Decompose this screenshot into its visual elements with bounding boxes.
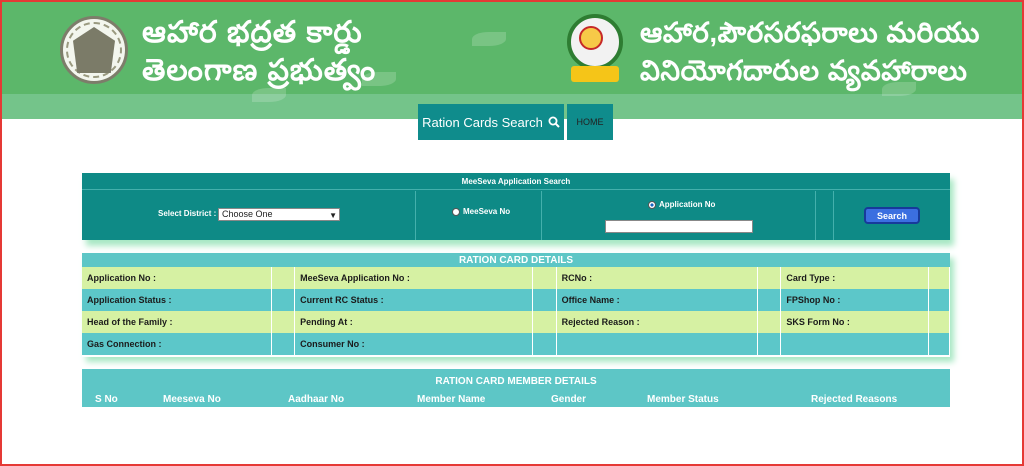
ration-card-details-table: RATION CARD DETAILS Application No : MeeS… bbox=[82, 253, 950, 357]
details-field-value bbox=[533, 289, 557, 311]
cell-divider bbox=[833, 191, 834, 240]
header-title-right-line2: వినియోగదారుల వ్యవహారాలు bbox=[640, 55, 968, 86]
details-field-label: Rejected Reason : bbox=[557, 311, 758, 333]
header-title-right: ఆహార,పౌరసరఫరాలు మరియు వినియోగదారుల వ్యవహ… bbox=[640, 14, 980, 90]
member-column-header: Member Status bbox=[647, 394, 719, 405]
details-field-label bbox=[557, 333, 758, 355]
member-details-table: RATION CARD MEMBER DETAILS S No Meeseva N… bbox=[82, 369, 950, 407]
details-field-value bbox=[758, 267, 782, 289]
cell-divider bbox=[815, 191, 816, 240]
application-no-label: Application No bbox=[659, 200, 716, 209]
details-row: Head of the Family : Pending At : Rejected… bbox=[82, 311, 950, 333]
details-row: Application No : MeeSeva Application No :… bbox=[82, 267, 950, 289]
logo-center bbox=[579, 26, 603, 50]
details-field-value bbox=[929, 311, 950, 333]
details-field-label: Consumer No : bbox=[295, 333, 534, 355]
header-title-left-line1: ఆహార భద్రత కార్డు bbox=[142, 16, 363, 49]
search-icon bbox=[548, 116, 560, 128]
details-field-label: Application No : bbox=[82, 267, 272, 289]
cell-divider bbox=[541, 191, 542, 240]
telangana-emblem-icon bbox=[60, 16, 128, 84]
district-select[interactable]: Choose One ▼ bbox=[218, 208, 340, 221]
details-field-label: MeeSeva Application No : bbox=[295, 267, 534, 289]
member-column-header: Member Name bbox=[417, 394, 486, 405]
ration-cards-search-tab[interactable]: Ration Cards Search bbox=[418, 104, 564, 140]
details-field-label: Current RC Status : bbox=[295, 289, 534, 311]
details-field-value bbox=[272, 267, 296, 289]
details-field-value bbox=[272, 311, 296, 333]
application-no-input[interactable] bbox=[605, 220, 753, 233]
meeseva-no-radio[interactable] bbox=[452, 207, 460, 216]
search-panel-title: MeeSeva Application Search bbox=[82, 173, 950, 190]
details-field-label: Pending At : bbox=[295, 311, 534, 333]
district-select-value: Choose One bbox=[222, 209, 273, 219]
details-row: Gas Connection : Consumer No : bbox=[82, 333, 950, 355]
details-field-label: Card Type : bbox=[781, 267, 929, 289]
details-field-value bbox=[533, 333, 557, 355]
search-button[interactable]: Search bbox=[864, 207, 920, 224]
members-title: RATION CARD MEMBER DETAILS bbox=[435, 375, 597, 387]
home-tab[interactable]: HOME bbox=[567, 104, 613, 140]
logo-ribbon bbox=[571, 66, 619, 82]
cell-divider bbox=[415, 191, 416, 240]
application-no-option[interactable]: Application No bbox=[648, 200, 715, 209]
details-field-value bbox=[758, 311, 782, 333]
member-column-header: Gender bbox=[551, 394, 587, 405]
details-field-label: RCNo : bbox=[557, 267, 758, 289]
details-row: Application Status : Current RC Status : O… bbox=[82, 289, 950, 311]
details-field-value bbox=[758, 333, 782, 355]
details-field-label: SKS Form No : bbox=[781, 311, 929, 333]
details-field-value bbox=[758, 289, 782, 311]
details-field-value bbox=[272, 333, 296, 355]
details-field-label bbox=[781, 333, 929, 355]
details-field-value bbox=[929, 333, 950, 355]
decor-leaf bbox=[472, 32, 506, 46]
ration-cards-search-label: Ration Cards Search bbox=[422, 114, 543, 130]
details-field-label: Gas Connection : bbox=[82, 333, 272, 355]
member-column-header: Aadhaar No bbox=[288, 394, 345, 405]
application-no-radio[interactable] bbox=[648, 200, 656, 209]
member-column-header: Rejected Reasons bbox=[811, 394, 898, 405]
header-title-right-line1: ఆహార,పౌరసరఫరాలు మరియు bbox=[640, 17, 980, 48]
header-title-left: ఆహార భద్రత కార్డు తెలంగాణ ప్రభుత్వం bbox=[142, 14, 376, 90]
meeseva-no-option[interactable]: MeeSeva No bbox=[452, 207, 510, 216]
meeseva-no-label: MeeSeva No bbox=[463, 207, 511, 216]
details-field-label: Head of the Family : bbox=[82, 311, 272, 333]
decor-leaf bbox=[252, 88, 286, 102]
header-banner: ఆహార భద్రత కార్డు తెలంగాణ ప్రభుత్వం ఆహార… bbox=[2, 2, 1022, 119]
chevron-down-icon: ▼ bbox=[329, 211, 337, 220]
details-field-value bbox=[533, 267, 557, 289]
details-field-value bbox=[929, 289, 950, 311]
details-field-label: Office Name : bbox=[557, 289, 758, 311]
details-field-value bbox=[929, 267, 950, 289]
details-field-label: FPShop No : bbox=[781, 289, 929, 311]
details-field-label: Application Status : bbox=[82, 289, 272, 311]
details-title: RATION CARD DETAILS bbox=[82, 253, 950, 267]
member-column-header: S No bbox=[95, 394, 118, 405]
district-label: Select District : bbox=[158, 209, 217, 218]
civil-supplies-logo-icon bbox=[565, 14, 625, 86]
member-column-header: Meeseva No bbox=[163, 394, 221, 405]
details-field-value bbox=[272, 289, 296, 311]
meeseva-search-panel: MeeSeva Application Search Select Distri… bbox=[82, 173, 950, 240]
details-field-value bbox=[533, 311, 557, 333]
header-title-left-line2: తెలంగాణ ప్రభుత్వం bbox=[142, 54, 377, 87]
